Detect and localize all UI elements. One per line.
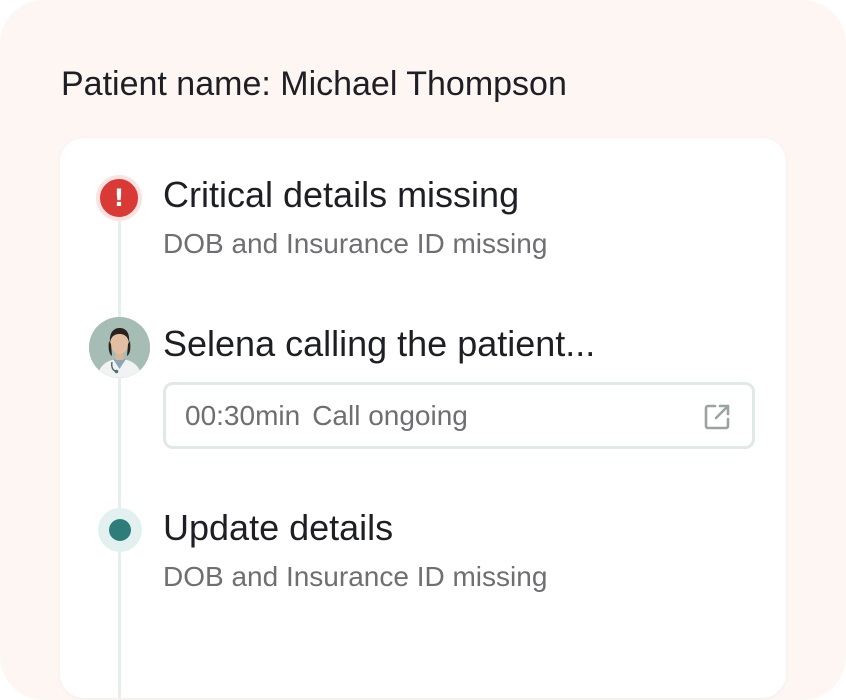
avatar xyxy=(89,317,150,378)
step-title-critical-details: Critical details missing xyxy=(163,174,520,215)
step-subtitle-update-details: DOB and Insurance ID missing xyxy=(163,561,548,592)
call-duration: 00:30min xyxy=(185,399,301,431)
step-title-update-details: Update details xyxy=(163,507,394,548)
step-subtitle-critical-details: DOB and Insurance ID missing xyxy=(163,228,548,259)
open-external-icon[interactable] xyxy=(702,402,732,432)
call-status-box[interactable]: 00:30min Call ongoing xyxy=(163,382,755,449)
avatar-portrait-icon xyxy=(89,317,150,378)
status-dot-icon xyxy=(98,508,142,552)
alert-icon-glyph: ! xyxy=(113,184,125,212)
step-title-calling: Selena calling the patient... xyxy=(163,323,596,364)
timeline-card: ! Critical details missing DOB and Insur… xyxy=(60,138,786,698)
call-status-text: Call ongoing xyxy=(312,399,468,431)
timeline-connector xyxy=(118,218,121,698)
status-dot-inner xyxy=(109,519,131,541)
alert-icon: ! xyxy=(96,175,142,221)
patient-name-heading: Patient name: Michael Thompson xyxy=(61,65,567,103)
app-background: Patient name: Michael Thompson ! Critica… xyxy=(0,0,846,700)
